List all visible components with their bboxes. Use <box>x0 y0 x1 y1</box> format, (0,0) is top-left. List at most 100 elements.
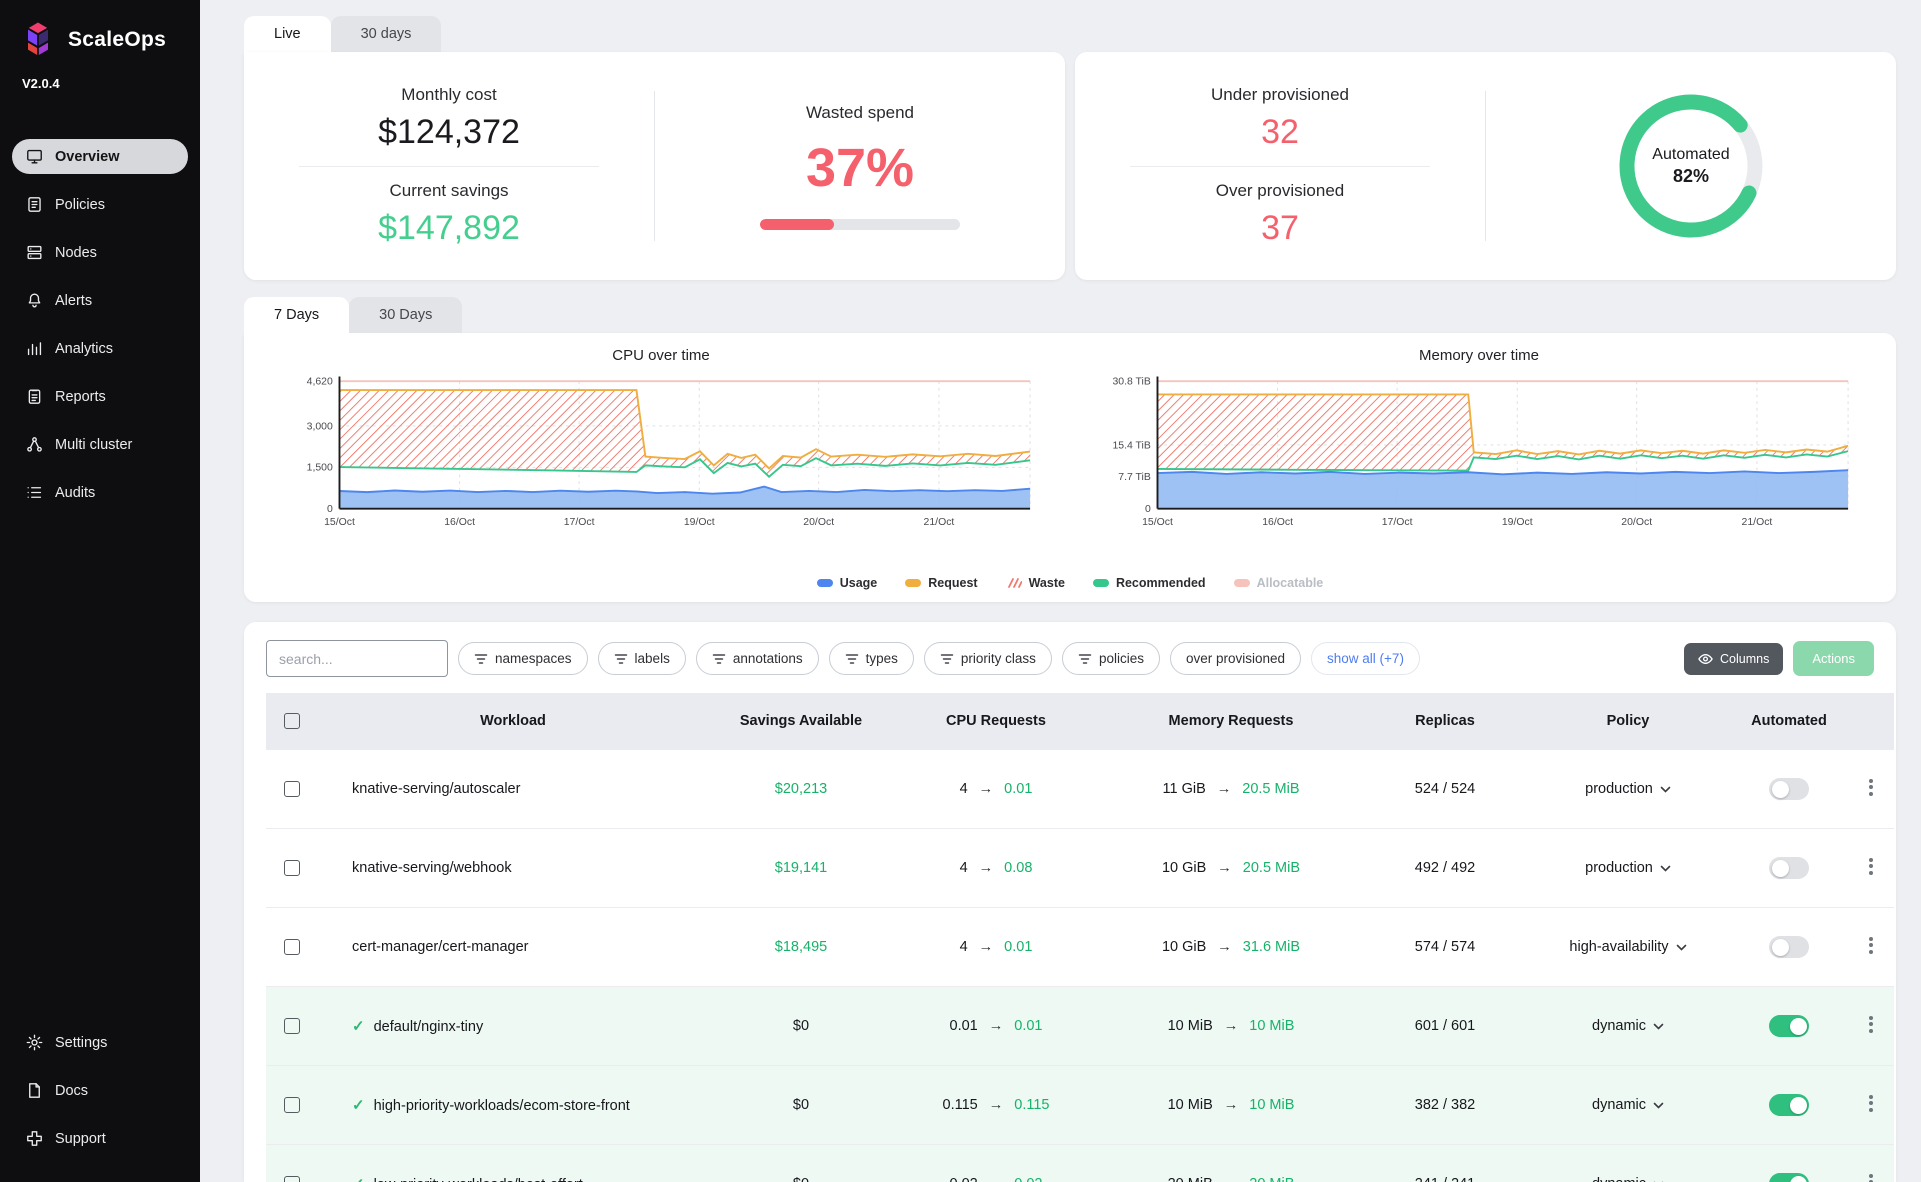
filter-chip-over-provisioned[interactable]: over provisioned <box>1170 642 1301 675</box>
row-menu-icon[interactable] <box>1863 1090 1879 1116</box>
row-checkbox[interactable] <box>284 1097 300 1113</box>
actions-button[interactable]: Actions <box>1793 641 1874 676</box>
chart-tab-7-days[interactable]: 7 Days <box>244 297 349 333</box>
policy-select[interactable]: dynamic <box>1592 1018 1664 1034</box>
filter-chip-labels[interactable]: labels <box>598 642 686 675</box>
tab-live[interactable]: Live <box>244 16 331 52</box>
row-checkbox-cell <box>266 908 318 987</box>
cluster-icon <box>25 435 44 454</box>
show-all-filters-button[interactable]: show all (+7) <box>1311 642 1420 675</box>
filter-bar: namespaces labels annotations types priority… <box>266 640 1874 677</box>
sidebar-item-audits[interactable]: Audits <box>12 475 188 510</box>
cpu-requests-cell: 0.01→0.01 <box>894 987 1098 1066</box>
row-checkbox[interactable] <box>284 939 300 955</box>
policy-select[interactable]: production <box>1585 860 1671 876</box>
sidebar-item-analytics[interactable]: Analytics <box>12 331 188 366</box>
automated-toggle[interactable] <box>1769 936 1809 958</box>
filter-chip-namespaces[interactable]: namespaces <box>458 642 588 675</box>
automated-toggle[interactable] <box>1769 857 1809 879</box>
replicas-cell: 241 / 241 <box>1364 1145 1526 1182</box>
policy-select[interactable]: dynamic <box>1592 1097 1664 1113</box>
row-checkbox[interactable] <box>284 1018 300 1034</box>
policy-select[interactable]: production <box>1585 781 1671 797</box>
memory-requests-cell: 10 MiB→10 MiB <box>1098 987 1364 1066</box>
brand-name: ScaleOps <box>68 28 166 52</box>
svg-text:16/Oct: 16/Oct <box>1262 517 1293 528</box>
automated-cell <box>1730 1145 1848 1182</box>
filter-chip-annotations[interactable]: annotations <box>696 642 819 675</box>
filter-icon <box>474 653 488 665</box>
provisioning-column: Under provisioned 32 Over provisioned 37 <box>1075 85 1485 248</box>
automated-cell <box>1730 750 1848 829</box>
legend-label: Request <box>928 576 977 590</box>
memory-current: 10 GiB <box>1162 939 1206 955</box>
policy-value: production <box>1585 781 1653 797</box>
over-provisioned-value: 37 <box>1261 209 1299 248</box>
memory-requests-cell: 10 GiB→20.5 MiB <box>1098 829 1364 908</box>
sidebar-item-policies[interactable]: Policies <box>12 187 188 222</box>
policy-select[interactable]: high-availability <box>1569 939 1686 955</box>
sidebar-item-reports[interactable]: Reports <box>12 379 188 414</box>
sidebar-item-label: Multi cluster <box>55 437 132 453</box>
row-checkbox[interactable] <box>284 781 300 797</box>
row-checkbox[interactable] <box>284 860 300 876</box>
row-menu-icon[interactable] <box>1863 1011 1879 1037</box>
automated-toggle[interactable] <box>1769 1094 1809 1116</box>
policy-cell: dynamic <box>1526 987 1730 1066</box>
savings-cell: $0 <box>708 987 894 1066</box>
search-input[interactable] <box>266 640 448 677</box>
check-icon: ✓ <box>352 1176 365 1182</box>
filter-chip-priority-class[interactable]: priority class <box>924 642 1052 675</box>
arrow-right-icon: → <box>1217 860 1232 876</box>
table-row: knative-serving/webhook$19,1414→0.0810 G… <box>266 829 1894 908</box>
legend-item-request[interactable]: Request <box>905 576 977 590</box>
sidebar-item-docs[interactable]: Docs <box>12 1073 188 1108</box>
tab-30-days[interactable]: 30 days <box>331 16 442 52</box>
chip-label: annotations <box>733 651 803 666</box>
time-range-tabs: Live30 days <box>244 16 1896 52</box>
row-menu-icon[interactable] <box>1863 932 1879 958</box>
report-icon <box>25 387 44 406</box>
savings-cell: $0 <box>708 1066 894 1145</box>
sidebar-item-support[interactable]: Support <box>12 1121 188 1156</box>
legend-item-usage[interactable]: Usage <box>817 576 878 590</box>
automated-toggle[interactable] <box>1769 1173 1809 1182</box>
memory-current: 10 MiB <box>1168 1018 1213 1034</box>
chart-tab-30-days[interactable]: 30 Days <box>349 297 462 333</box>
arrow-right-icon: → <box>1217 781 1232 797</box>
sidebar-item-alerts[interactable]: Alerts <box>12 283 188 318</box>
sidebar-item-label: Docs <box>55 1083 88 1099</box>
sidebar-item-multi-cluster[interactable]: Multi cluster <box>12 427 188 462</box>
memory-current: 11 GiB <box>1163 781 1206 797</box>
savings-value: $0 <box>793 1018 809 1034</box>
toggle-knob <box>1790 1018 1807 1035</box>
sidebar-item-settings[interactable]: Settings <box>12 1025 188 1060</box>
legend-item-waste[interactable]: Waste <box>1006 576 1065 590</box>
policy-select[interactable]: dynamic <box>1592 1176 1664 1182</box>
row-checkbox[interactable] <box>284 1176 300 1182</box>
arrow-right-icon: → <box>979 781 994 797</box>
select-all-checkbox[interactable] <box>284 713 300 729</box>
charts-card: CPU over time 4,6203,0001,500015/Oct16/O… <box>244 333 1896 602</box>
row-menu-icon[interactable] <box>1863 774 1879 800</box>
sidebar-item-overview[interactable]: Overview <box>12 139 188 174</box>
row-menu-icon[interactable] <box>1863 1169 1879 1182</box>
sidebar-item-nodes[interactable]: Nodes <box>12 235 188 270</box>
col-replicas: Replicas <box>1364 693 1526 750</box>
legend-item-allocatable[interactable]: Allocatable <box>1234 576 1324 590</box>
workload-cell: ✓default/nginx-tiny <box>318 987 708 1066</box>
filter-chip-types[interactable]: types <box>829 642 914 675</box>
cpu-chart: CPU over time 4,6203,0001,500015/Oct16/O… <box>252 347 1070 566</box>
filter-chip-policies[interactable]: policies <box>1062 642 1160 675</box>
automated-toggle[interactable] <box>1769 1015 1809 1037</box>
automated-value: 82% <box>1673 166 1709 187</box>
row-checkbox-cell <box>266 987 318 1066</box>
legend-item-recommended[interactable]: Recommended <box>1093 576 1206 590</box>
automated-toggle[interactable] <box>1769 778 1809 800</box>
replicas-cell: 382 / 382 <box>1364 1066 1526 1145</box>
memory-requests-cell: 10 GiB→31.6 MiB <box>1098 908 1364 987</box>
row-menu-icon[interactable] <box>1863 853 1879 879</box>
svg-text:1,500: 1,500 <box>307 463 333 474</box>
check-icon: ✓ <box>352 1018 365 1035</box>
columns-button[interactable]: Columns <box>1684 643 1783 675</box>
